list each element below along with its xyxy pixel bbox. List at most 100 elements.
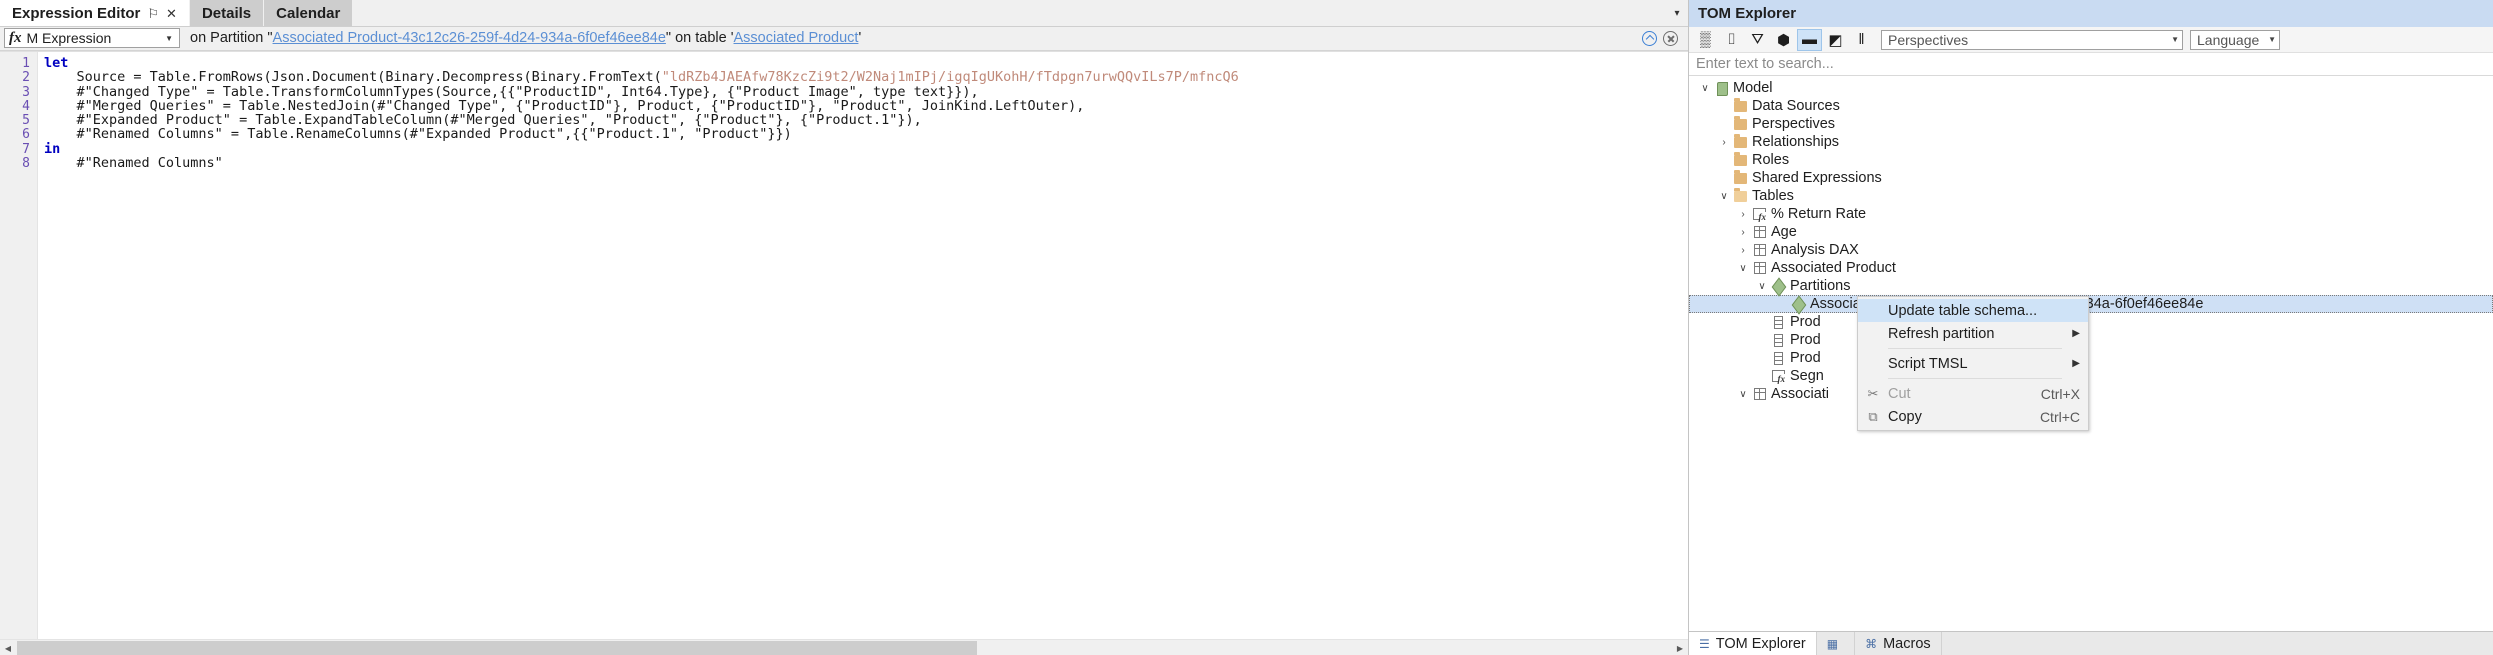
partitions-toggle-icon[interactable]: ⬢ xyxy=(1771,29,1796,51)
tree-item-label: Partitions xyxy=(1790,278,1851,294)
tree-item[interactable]: › Analysis DAX xyxy=(1689,241,2493,259)
folder-icon xyxy=(1732,98,1749,112)
line-number: 1 xyxy=(22,56,30,71)
line-number: 5 xyxy=(22,113,30,129)
tab-calendar[interactable]: Calendar xyxy=(264,0,354,26)
scroll-left-icon[interactable]: ◀ xyxy=(0,640,16,655)
columns-view-icon[interactable]: ‖ xyxy=(1849,29,1874,51)
partition-link[interactable]: Associated Product-43c12c26-259f-4d24-93… xyxy=(273,30,666,46)
partition-context-menu[interactable]: Update table schema... Refresh partition ▶… xyxy=(1857,296,2089,431)
context-menu-item[interactable]: ⧉ Copy Ctrl+C xyxy=(1858,405,2088,428)
measure-table-icon xyxy=(1770,370,1787,384)
hidden-objects-toggle-icon[interactable]: ◩ xyxy=(1823,29,1848,51)
tree-item[interactable]: › Relationships xyxy=(1689,133,2493,151)
caption-suffix: ' xyxy=(858,30,862,46)
tree-item-label: Age xyxy=(1771,224,1797,240)
scroll-right-icon[interactable]: ▶ xyxy=(1672,640,1688,655)
code-line: 5 #"Expanded Product" = Table.ExpandTabl… xyxy=(0,113,1688,129)
dock-tab[interactable]: ☰ TOM Explorer xyxy=(1689,632,1817,655)
tab-label: Details xyxy=(201,4,252,22)
context-menu-item[interactable]: Script TMSL ▶ xyxy=(1858,352,2088,375)
tom-explorer-title: TOM Explorer xyxy=(1689,0,2493,27)
table-icon xyxy=(1751,262,1768,274)
perspectives-combo[interactable]: Perspectives ▼ xyxy=(1881,29,2183,50)
measures-toggle-icon[interactable]: ▒ xyxy=(1693,29,1718,51)
tree-item[interactable]: Prod xyxy=(1689,331,2493,349)
column-icon xyxy=(1770,315,1787,329)
search-input[interactable]: Enter text to search... xyxy=(1689,53,2493,76)
expression-kind-combo[interactable]: fx M Expression ▼ xyxy=(4,28,180,48)
code-line: 4 #"Merged Queries" = Table.NestedJoin(#… xyxy=(0,99,1688,114)
chevron-down-icon[interactable]: ∨ xyxy=(1735,389,1751,400)
context-menu-item[interactable]: Update table schema... xyxy=(1858,299,2088,322)
chevron-down-icon[interactable]: ∨ xyxy=(1735,263,1751,274)
line-number: 3 xyxy=(22,84,30,100)
close-icon[interactable]: ✕ xyxy=(166,7,177,20)
editor-horizontal-scrollbar[interactable]: ◀ ▶ xyxy=(0,639,1688,655)
tree-icon: ☰ xyxy=(1699,636,1710,651)
cancel-circle-icon[interactable] xyxy=(1663,30,1678,46)
tree-item-label: Relationships xyxy=(1752,134,1840,150)
tree-item-label: Associati xyxy=(1771,386,1830,402)
tree-item[interactable]: › % Return Rate xyxy=(1689,205,2493,223)
chevron-right-icon[interactable]: › xyxy=(1735,227,1751,238)
chevron-down-icon[interactable]: ∨ xyxy=(1754,281,1770,292)
language-combo[interactable]: Language ▼ xyxy=(2190,29,2280,50)
tom-explorer-pane: TOM Explorer ▒ ⌷ ⛛ ⬢ ▬ ◩ ‖ Perspectives ▼ Languag… xyxy=(1688,0,2493,655)
hierarchies-toggle-icon[interactable]: ⛛ xyxy=(1745,29,1770,51)
tree-item-selected[interactable]: Associated Product-43c12c26-259f-4d24-93… xyxy=(1689,295,2493,313)
submenu-arrow-icon: ▶ xyxy=(2072,358,2080,369)
tree-item[interactable]: ∨ Model xyxy=(1689,79,2493,97)
code-content[interactable]: 1 let 2 Source = Table.FromRows(Json.Docum… xyxy=(0,52,1688,655)
refresh-circle-icon[interactable] xyxy=(1642,30,1657,46)
code-line: 6 #"Renamed Columns" = Table.RenameColum… xyxy=(0,126,1688,143)
tree-item[interactable]: › Age xyxy=(1689,223,2493,241)
code-token: #"Renamed Columns" xyxy=(44,155,223,172)
scrollbar-thumb[interactable] xyxy=(17,641,977,655)
tree-item[interactable]: Segn xyxy=(1689,367,2493,385)
chevron-right-icon[interactable]: › xyxy=(1735,245,1751,256)
tree-item[interactable]: Data Sources xyxy=(1689,97,2493,115)
dock-tab[interactable]: ⌘ Macros xyxy=(1855,632,1942,655)
tree-item[interactable]: ∨ Tables xyxy=(1689,187,2493,205)
tree-item[interactable]: ∨ Partitions xyxy=(1689,277,2493,295)
model-tree[interactable]: ∨ Model Data Sources Perspectives › Relatio… xyxy=(1689,76,2493,655)
expression-toolbar: fx M Expression ▼ on Partition " Associa… xyxy=(0,27,1688,51)
folders-toggle-icon[interactable]: ▬ xyxy=(1797,28,1822,51)
tab-expression-editor[interactable]: Expression Editor ⚐ ✕ xyxy=(0,0,190,26)
dock-tab[interactable]: ▦ xyxy=(1816,632,1856,655)
tree-item[interactable]: ∨ Associati xyxy=(1689,385,2493,403)
context-menu-item[interactable]: Refresh partition ▶ xyxy=(1858,322,2088,345)
pin-icon[interactable]: ⚐ xyxy=(147,7,159,20)
code-editor[interactable]: 1 let 2 Source = Table.FromRows(Json.Docum… xyxy=(0,51,1688,655)
tree-item[interactable]: ∨ Associated Product xyxy=(1689,259,2493,277)
language-combo-value: Language xyxy=(2197,31,2260,48)
tab-details[interactable]: Details xyxy=(189,0,265,26)
chevron-down-icon: ▼ xyxy=(2268,35,2276,44)
folder-open-icon xyxy=(1732,188,1749,202)
chevron-down-icon: ▼ xyxy=(2171,35,2179,44)
tree-item[interactable]: Roles xyxy=(1689,151,2493,169)
code-token: #"Renamed Columns" = Table.RenameColumns… xyxy=(44,126,792,143)
line-number: 7 xyxy=(22,141,30,157)
chevron-down-icon[interactable]: ▾ xyxy=(1666,0,1688,26)
chevron-down-icon[interactable]: ∨ xyxy=(1697,83,1713,94)
chevron-down-icon[interactable]: ∨ xyxy=(1716,191,1732,202)
table-link[interactable]: Associated Product xyxy=(734,30,859,46)
tree-item[interactable]: Perspectives xyxy=(1689,115,2493,133)
columns-toggle-icon[interactable]: ⌷ xyxy=(1719,29,1744,51)
chevron-right-icon[interactable]: › xyxy=(1735,209,1751,220)
tree-item-label: % Return Rate xyxy=(1771,206,1867,222)
context-menu-item-label: Update table schema... xyxy=(1888,302,2038,319)
tree-item[interactable]: Prod xyxy=(1689,349,2493,367)
tree-item[interactable]: Shared Expressions xyxy=(1689,169,2493,187)
tab-label: Calendar xyxy=(276,4,341,22)
chevron-right-icon[interactable]: › xyxy=(1716,137,1732,148)
menu-separator xyxy=(1888,378,2062,379)
tree-item-label: Prod xyxy=(1790,314,1821,330)
tree-item[interactable]: Prod xyxy=(1689,313,2493,331)
